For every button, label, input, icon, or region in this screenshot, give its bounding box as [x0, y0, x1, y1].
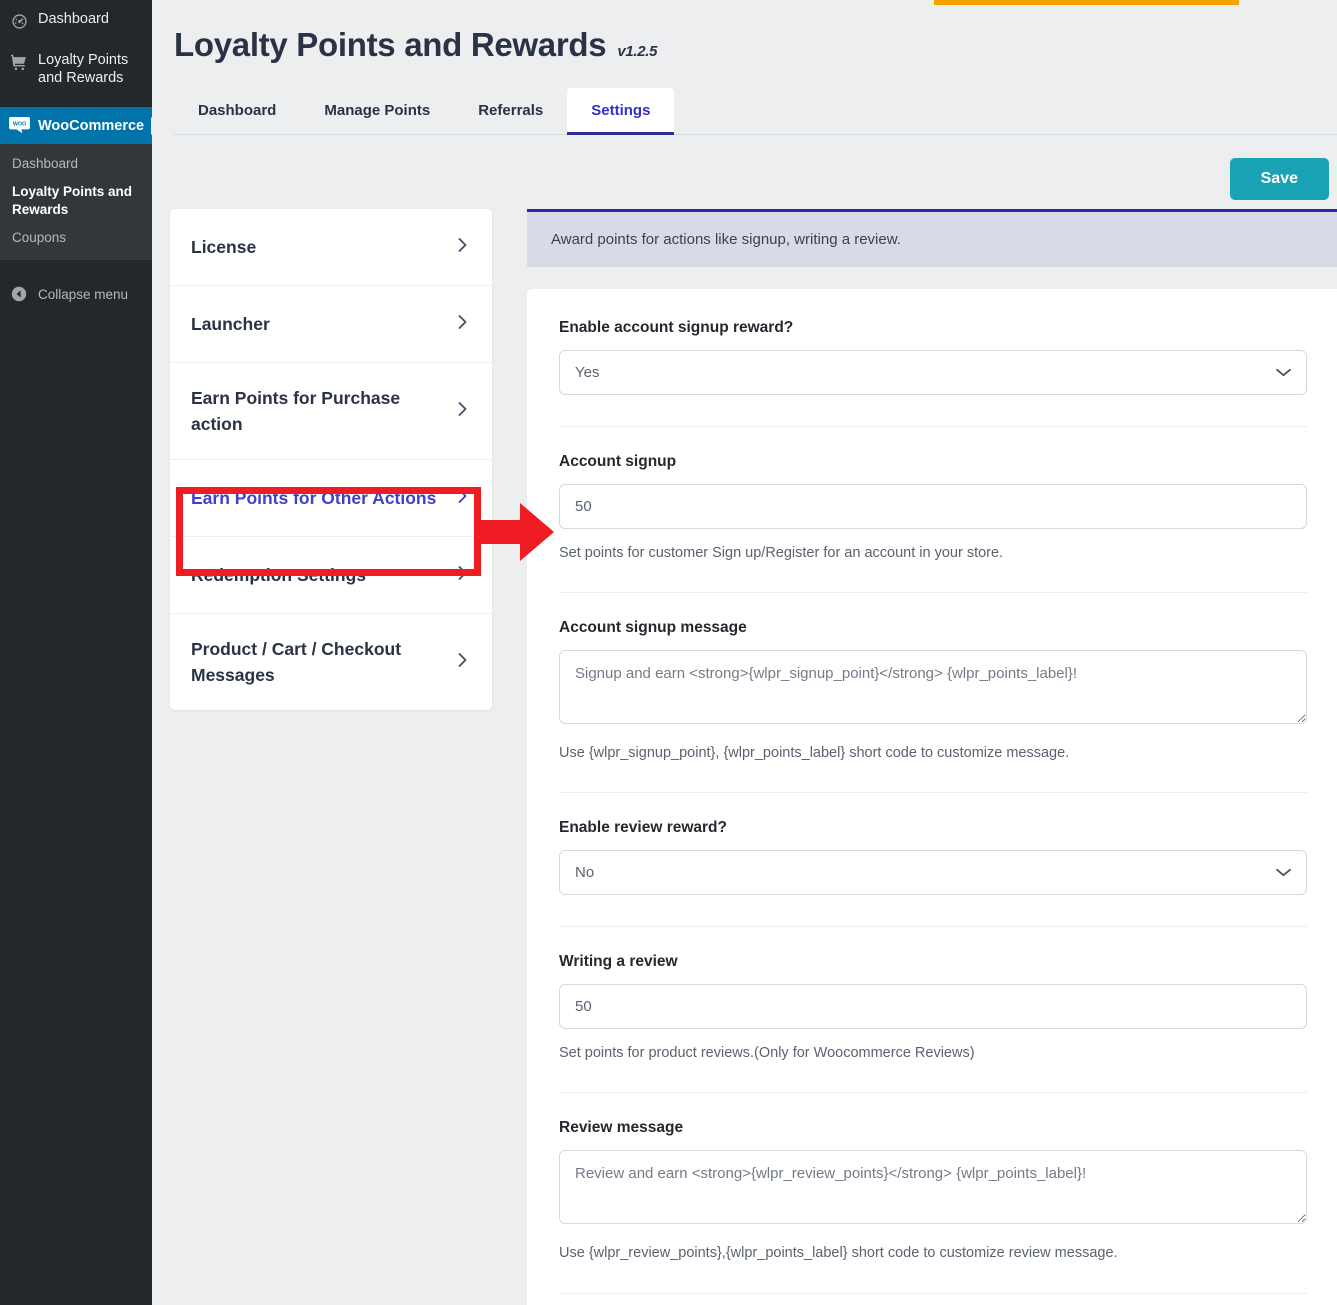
- woocommerce-logo-icon: WOO: [8, 116, 30, 135]
- account-signup-message-textarea[interactable]: Signup and earn <strong>{wlpr_signup_poi…: [559, 650, 1307, 724]
- field-label: Enable review reward?: [559, 819, 727, 836]
- tab-manage-points[interactable]: Manage Points: [300, 88, 454, 135]
- tab-label: Dashboard: [198, 102, 277, 119]
- chevron-right-icon: [457, 650, 470, 675]
- settings-menu-item-label: Launcher: [191, 314, 270, 334]
- settings-menu-item-earn-points-for-other-actions[interactable]: Earn Points for Other Actions: [170, 460, 492, 537]
- writing-a-review-input[interactable]: [559, 984, 1307, 1029]
- field-helper-text: Use {wlpr_review_points},{wlpr_points_la…: [559, 1245, 1118, 1261]
- tab-label: Referrals: [478, 102, 544, 119]
- chevron-right-icon: [457, 563, 470, 588]
- sidebar-item-loyalty-points-and-rewards[interactable]: Loyalty Points and Rewards: [0, 41, 152, 97]
- submenu-item-label: Coupons: [12, 230, 67, 245]
- settings-menu-item-label: Product / Cart / Checkout Messages: [191, 639, 402, 685]
- field-helper-text: Set points for product reviews.(Only for…: [559, 1045, 975, 1061]
- field-separator: [559, 1092, 1307, 1093]
- collapse-menu-button[interactable]: Collapse menu: [0, 270, 152, 312]
- wp-admin-sidebar: Dashboard Loyalty Points and Rewards WOO…: [0, 0, 160, 1305]
- settings-menu-item-label: License: [191, 237, 257, 257]
- field-separator: [559, 926, 1307, 927]
- page-title-text: Loyalty Points and Rewards: [174, 26, 607, 63]
- field-helper-text: Set points for customer Sign up/Register…: [559, 545, 1004, 561]
- sidebar-item-dashboard[interactable]: Dashboard: [0, 0, 152, 41]
- tab-bar: Dashboard Manage Points Referrals Settin…: [174, 88, 1337, 135]
- chevron-right-icon: [457, 486, 470, 511]
- submenu-item-label: Dashboard: [12, 156, 79, 171]
- field-helper-text: Use {wlpr_signup_point}, {wlpr_points_la…: [559, 745, 1070, 761]
- settings-menu-item-label: Earn Points for Purchase action: [191, 388, 401, 434]
- settings-menu-item-label: Redemption Settings: [191, 565, 367, 585]
- account-signup-input[interactable]: [559, 484, 1307, 529]
- svg-text:WOO: WOO: [12, 121, 25, 127]
- field-enable-account-signup-reward: Enable account signup reward? Yes No: [559, 319, 1307, 399]
- section-description-notice: Award points for actions like signup, wr…: [527, 209, 1337, 267]
- tab-label: Manage Points: [324, 102, 431, 119]
- settings-menu-item-redemption-settings[interactable]: Redemption Settings: [170, 537, 492, 614]
- field-account-signup: Account signup Set points for customer S…: [559, 453, 1307, 565]
- field-label: Account signup message: [559, 619, 747, 636]
- field-label: Writing a review: [559, 953, 678, 970]
- sidebar-item-label: Loyalty Points and Rewards: [38, 52, 129, 86]
- submenu-item-label: Loyalty Points and Rewards: [12, 184, 133, 217]
- field-enable-review-reward: Enable review reward? No Yes: [559, 819, 1307, 899]
- field-separator: [559, 1293, 1307, 1294]
- chevron-right-icon: [457, 399, 470, 424]
- sidebar-item-label: Dashboard: [38, 11, 109, 27]
- tab-dashboard[interactable]: Dashboard: [174, 88, 300, 135]
- settings-menu-item-license[interactable]: License: [170, 209, 492, 286]
- field-label: Enable account signup reward?: [559, 319, 794, 336]
- settings-body: License Launcher Earn Points for Purchas…: [152, 209, 1337, 1305]
- enable-account-signup-reward-select[interactable]: Yes No: [559, 350, 1307, 395]
- field-review-message: Review message Review and earn <strong>{…: [559, 1119, 1307, 1265]
- settings-menu-item-label: Earn Points for Other Actions: [191, 488, 437, 508]
- submenu-item-dashboard[interactable]: Dashboard: [0, 150, 152, 178]
- sidebar-divider: [0, 260, 152, 270]
- sidebar-item-woocommerce[interactable]: WOO WooCommerce: [0, 107, 160, 144]
- settings-section-menu: License Launcher Earn Points for Purchas…: [170, 209, 492, 710]
- main-region: Loyalty Points and Rewards v1.2.5 Dashbo…: [152, 0, 1337, 1305]
- dashboard-gauge-icon: [8, 11, 30, 31]
- settings-menu-item-product-cart-checkout-messages[interactable]: Product / Cart / Checkout Messages: [170, 614, 492, 710]
- field-label: Review message: [559, 1119, 684, 1136]
- wp-submenu: Dashboard Loyalty Points and Rewards Cou…: [0, 144, 152, 260]
- collapse-menu-label: Collapse menu: [38, 286, 129, 302]
- field-separator: [559, 592, 1307, 593]
- settings-menu-item-earn-points-for-purchase-action[interactable]: Earn Points for Purchase action: [170, 363, 492, 460]
- field-separator: [559, 426, 1307, 427]
- settings-menu-item-launcher[interactable]: Launcher: [170, 286, 492, 363]
- tab-label: Settings: [591, 102, 651, 119]
- toolbar: Save: [152, 135, 1337, 209]
- save-button[interactable]: Save: [1229, 158, 1329, 200]
- settings-card: Enable account signup reward? Yes No: [527, 289, 1337, 1305]
- field-label: Account signup: [559, 453, 677, 470]
- collapse-left-icon: [8, 286, 30, 302]
- chevron-right-icon: [457, 235, 470, 260]
- settings-content: Award points for actions like signup, wr…: [527, 209, 1337, 1305]
- field-writing-a-review: Writing a review Set points for product …: [559, 953, 1307, 1065]
- version-label: v1.2.5: [617, 43, 658, 60]
- page-title: Loyalty Points and Rewards v1.2.5: [152, 0, 1337, 64]
- chevron-right-icon: [457, 312, 470, 337]
- cart-icon: [8, 52, 30, 72]
- submenu-item-coupons[interactable]: Coupons: [0, 224, 152, 252]
- field-separator: [559, 792, 1307, 793]
- submenu-item-loyalty-points-and-rewards[interactable]: Loyalty Points and Rewards: [0, 178, 152, 224]
- app-root: Dashboard Loyalty Points and Rewards WOO…: [0, 0, 1337, 1305]
- sidebar-item-label: WooCommerce: [38, 117, 145, 134]
- tab-settings[interactable]: Settings: [567, 88, 675, 135]
- progress-accent-bar: [934, 0, 1239, 5]
- enable-review-reward-select[interactable]: No Yes: [559, 850, 1307, 895]
- tab-referrals[interactable]: Referrals: [454, 88, 567, 135]
- review-message-textarea[interactable]: Review and earn <strong>{wlpr_review_poi…: [559, 1150, 1307, 1224]
- field-account-signup-message: Account signup message Signup and earn <…: [559, 619, 1307, 765]
